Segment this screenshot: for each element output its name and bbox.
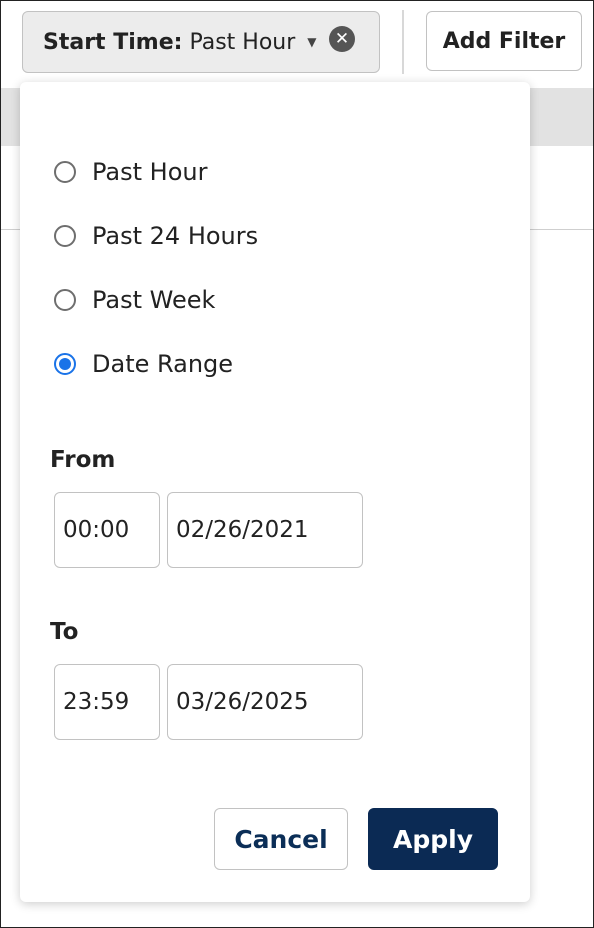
option-past-week[interactable]: Past Week [54,286,215,314]
option-label: Past Week [92,286,216,314]
option-label: Past 24 Hours [92,222,259,250]
toolbar-separator [402,10,404,74]
option-past-24-hours[interactable]: Past 24 Hours [54,222,258,250]
add-filter-button[interactable]: Add Filter [426,11,582,71]
radio-past-hour[interactable] [54,161,76,183]
to-label: To [50,619,79,645]
radio-past-week[interactable] [54,289,76,311]
option-label: Past Hour [92,158,208,186]
from-date-input[interactable]: 02/26/2021 [167,492,363,568]
option-past-hour[interactable]: Past Hour [54,158,207,186]
option-label: Date Range [92,350,234,378]
filter-value: Past Hour [189,29,296,55]
option-date-range[interactable]: Date Range [54,350,233,378]
to-date-input[interactable]: 03/26/2025 [167,664,363,740]
filter-label: Start Time: [43,29,183,55]
close-circle-icon[interactable]: ✕ [329,26,355,52]
background-card [532,175,560,215]
start-time-filter-chip[interactable]: Start Time: Past Hour ▼ ✕ [22,11,380,73]
apply-button[interactable]: Apply [368,808,498,870]
caret-down-icon: ▼ [307,35,317,49]
radio-past-24-hours[interactable] [54,225,76,247]
from-time-input[interactable]: 00:00 [54,492,160,568]
to-time-input[interactable]: 23:59 [54,664,160,740]
from-label: From [50,447,116,473]
radio-date-range[interactable] [54,353,76,375]
cancel-button[interactable]: Cancel [214,808,348,870]
time-filter-dropdown: Past Hour Past 24 Hours Past Week Date R… [20,82,530,902]
